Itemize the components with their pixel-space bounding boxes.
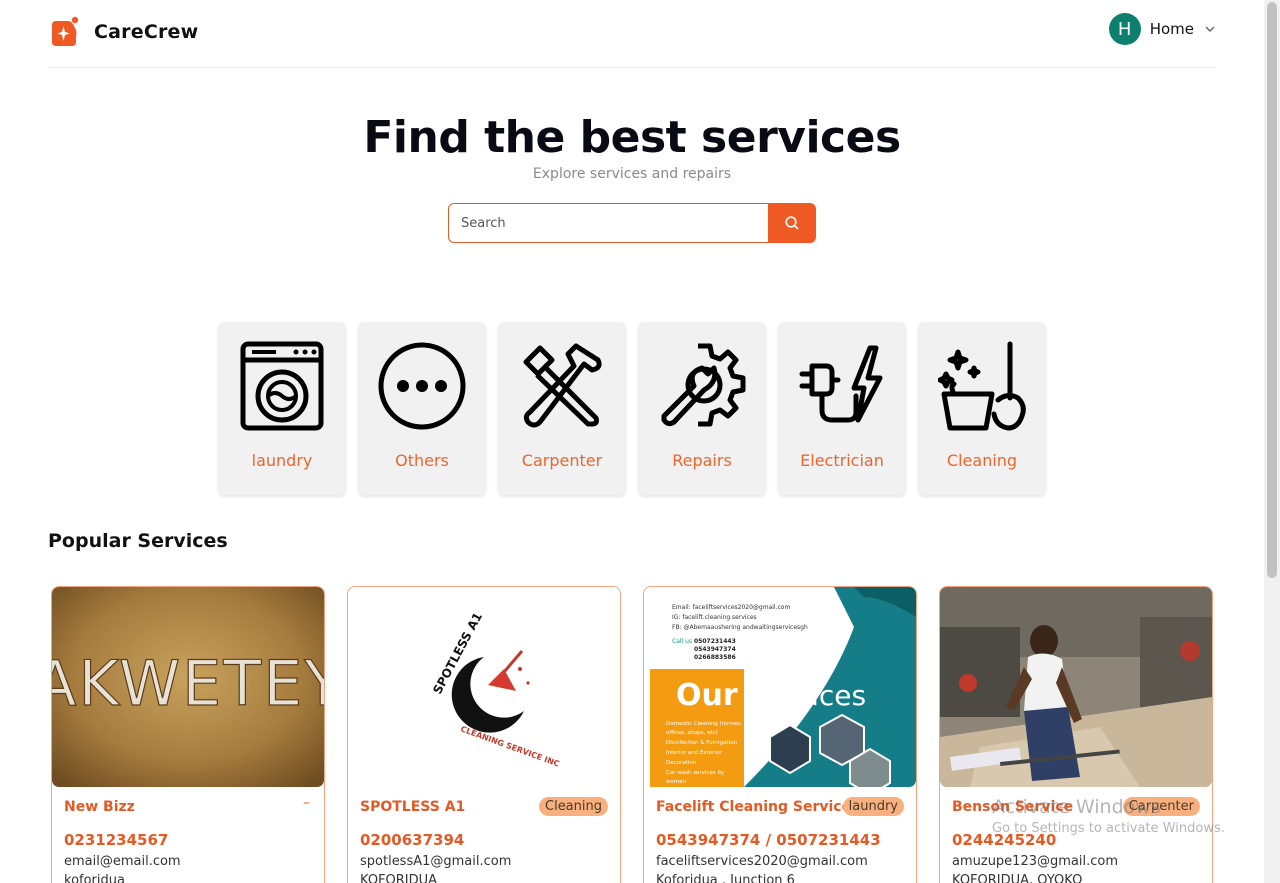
service-card[interactable]: Benson Service Carpenter 0244245240 amuz… [939,586,1213,883]
flyer-item: Disinfection & Fumigation [666,740,737,746]
search-input[interactable] [448,203,768,243]
flyer-item: women [666,779,687,785]
broom-bucket-icon [938,341,1026,431]
more-dots-icon [378,342,466,430]
flyer-item: Domestic Cleaning (homes, [666,721,742,727]
flyer-item: Interior and Exterior [666,750,722,756]
flyer-contact-line: Email: faceliftservices2020@gmail.com [672,604,790,611]
service-image: AKWETEY [52,587,324,787]
category-laundry[interactable]: laundry [218,322,346,495]
section-title: Popular Services [48,530,228,552]
flyer-item: offices, shops, etc) [666,730,718,736]
service-image: SPOTLESS A1 CLEANING SERVICE INC [348,587,620,787]
category-badge: laundry [842,797,904,816]
user-menu-label[interactable]: Home [1150,20,1194,38]
service-location: KOFORIDUA, OYOKO [952,873,1083,883]
service-image: Email: faceliftservices2020@gmail.com IG… [644,587,916,787]
service-email: amuzupe123@gmail.com [952,854,1118,869]
service-name[interactable]: SPOTLESS A1 [360,799,465,815]
category-label: laundry [251,451,313,470]
service-email: faceliftservices2020@gmail.com [656,854,868,869]
service-phone: 0231234567 [64,831,169,849]
category-label: Others [395,451,449,470]
service-location: Koforidua , Junction 6 [656,873,795,883]
category-badge: Cleaning [539,797,608,816]
service-card[interactable]: Email: faceliftservices2020@gmail.com IG… [643,586,917,883]
search-bar [448,203,816,243]
hammer-wrench-icon [523,343,602,428]
top-nav: CareCrew H Home [48,0,1216,68]
flyer-heading-b: Services [748,679,866,712]
service-location: koforidua [64,873,125,883]
page-title: Find the best services [363,112,901,163]
category-others[interactable]: Others [358,322,486,495]
search-icon [785,216,799,230]
flyer-call: Call us [672,638,692,645]
service-location: KOFORIDUA [360,873,438,883]
plug-bolt-icon [799,345,883,423]
service-email: spotlessA1@gmail.com [360,854,512,869]
logo[interactable]: CareCrew [48,16,198,47]
category-badge: – [303,795,310,811]
image-wordmark: AKWETEY [52,647,324,720]
scrollbar-thumb[interactable] [1267,2,1277,578]
service-image [940,587,1212,787]
service-name[interactable]: New Bizz [64,799,135,815]
flyer-contact-line: IG: facelift.cleaning.services [672,614,757,621]
flyer-contact-line: FB: @Abemaaushering andwaitingservicesgh [672,624,808,631]
category-cleaning[interactable]: Cleaning [918,322,1046,495]
category-label: Repairs [672,451,732,470]
carecrew-logo-icon [52,16,79,46]
service-phone: 0200637394 [360,831,465,849]
washing-machine-icon [240,341,324,431]
flyer-item: Decoration [666,760,697,766]
category-repairs[interactable]: Repairs [638,322,766,495]
category-label: Electrician [800,451,884,470]
os-activation-watermark: Activate Windows [992,796,1161,818]
gear-wrench-icon [661,343,746,427]
search-button[interactable] [768,203,816,243]
category-list: laundry Others Carpenter Repairs Electri… [218,322,1046,495]
flyer-number: 0507231443 [694,638,736,645]
page-subtitle: Explore services and repairs [532,166,732,182]
category-carpenter[interactable]: Carpenter [498,322,626,495]
brand-name: CareCrew [94,20,199,43]
flyer-item: Car wash services by [666,770,725,776]
service-card-list: AKWETEY New Bizz – 0231234567 email@emai… [51,586,1213,883]
flyer-number: 0543947374 [694,646,736,653]
avatar[interactable]: H [1108,13,1141,45]
service-card[interactable]: AKWETEY New Bizz – 0231234567 email@emai… [51,586,325,883]
user-menu[interactable]: H Home [1108,13,1216,45]
category-label: Cleaning [946,451,1018,470]
page-scrollbar[interactable] [1264,0,1280,883]
os-activation-hint: Go to Settings to activate Windows. [992,821,1225,836]
category-electrician[interactable]: Electrician [778,322,906,495]
flyer-heading-a: Our [676,678,738,713]
chevron-down-icon[interactable] [1204,23,1216,35]
service-name[interactable]: Facelift Cleaning Service [656,799,851,815]
service-card[interactable]: SPOTLESS A1 CLEANING SERVICE INC SPOTLES… [347,586,621,883]
category-label: Carpenter [521,451,603,470]
service-phone: 0543947374 / 0507231443 [656,831,881,849]
flyer-number: 0266883586 [694,654,736,661]
service-email: email@email.com [64,854,181,869]
